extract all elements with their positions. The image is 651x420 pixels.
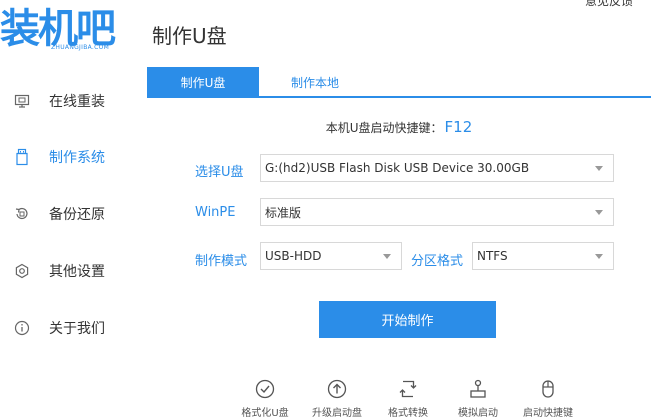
backup-icon [13, 205, 31, 223]
usb-select-label: 选择U盘 [195, 165, 244, 180]
hotkey-label: 本机U盘启动快捷键： [325, 121, 443, 135]
sidebar-item-make-system[interactable]: 制作系统 [0, 137, 142, 177]
start-make-button[interactable]: 开始制作 [319, 301, 496, 338]
check-circle-icon [254, 378, 276, 400]
chevron-down-icon [595, 210, 603, 215]
info-icon [13, 319, 31, 337]
sidebar-item-backup-restore[interactable]: 备份还原 [0, 194, 142, 234]
usb-drive-icon [13, 148, 31, 166]
hotkey-info: 本机U盘启动快捷键： F12 [147, 118, 651, 136]
chevron-down-icon [595, 254, 603, 259]
partition-select[interactable]: NTFS [472, 242, 614, 270]
logo: 装机吧 ZHUANGJIBA.COM [0, 2, 135, 52]
monitor-icon [13, 92, 31, 110]
hotkey-value: F12 [444, 118, 473, 136]
sidebar-item-online-reinstall[interactable]: 在线重装 [0, 81, 142, 121]
mode-select-value: USB-HDD [265, 249, 322, 263]
gear-icon [13, 262, 31, 280]
convert-icon [397, 378, 419, 400]
usb-select-value: G:(hd2)USB Flash Disk USB Device 30.00GB [265, 161, 530, 175]
partition-select-value: NTFS [477, 249, 508, 263]
page-title: 制作U盘 [152, 24, 227, 48]
mode-select[interactable]: USB-HDD [260, 242, 402, 270]
sidebar-item-label: 关于我们 [49, 321, 105, 337]
tab-make-usb[interactable]: 制作U盘 [147, 67, 259, 98]
winpe-select-value: 标准版 [265, 205, 302, 220]
tool-label: 模拟启动 [458, 408, 498, 419]
sidebar-item-label: 在线重装 [49, 94, 105, 110]
mode-select-label: 制作模式 [195, 254, 248, 269]
mouse-icon [537, 378, 559, 400]
feedback-link[interactable]: 意见反馈 [585, 0, 633, 9]
tab-make-local[interactable]: 制作本地 [259, 67, 371, 98]
chevron-down-icon [595, 166, 603, 171]
sidebar-item-label: 其他设置 [49, 264, 105, 280]
tool-label: 格式化U盘 [241, 408, 289, 419]
usb-select[interactable]: G:(hd2)USB Flash Disk USB Device 30.00GB [260, 154, 614, 182]
partition-select-label: 分区格式 [411, 254, 464, 269]
tool-label: 升级启动盘 [312, 408, 362, 419]
joystick-icon [467, 378, 489, 400]
sidebar-item-about-us[interactable]: 关于我们 [0, 308, 142, 348]
sidebar-item-other-settings[interactable]: 其他设置 [0, 251, 142, 291]
sidebar: 装机吧 ZHUANGJIBA.COM 在线重装 制作系统 备份还原 其他设置 关… [0, 0, 142, 420]
logo-subtext: ZHUANGJIBA.COM [51, 44, 110, 51]
sidebar-item-label: 制作系统 [49, 150, 105, 166]
sidebar-item-label: 备份还原 [49, 207, 105, 223]
chevron-down-icon [383, 254, 391, 259]
upload-circle-icon [326, 378, 348, 400]
winpe-select-label: WinPE [195, 205, 236, 220]
tab-bar: 制作U盘 制作本地 [147, 67, 651, 98]
tool-label: 启动快捷键 [523, 408, 573, 419]
tool-label: 格式转换 [388, 408, 428, 419]
winpe-select[interactable]: 标准版 [260, 198, 614, 226]
